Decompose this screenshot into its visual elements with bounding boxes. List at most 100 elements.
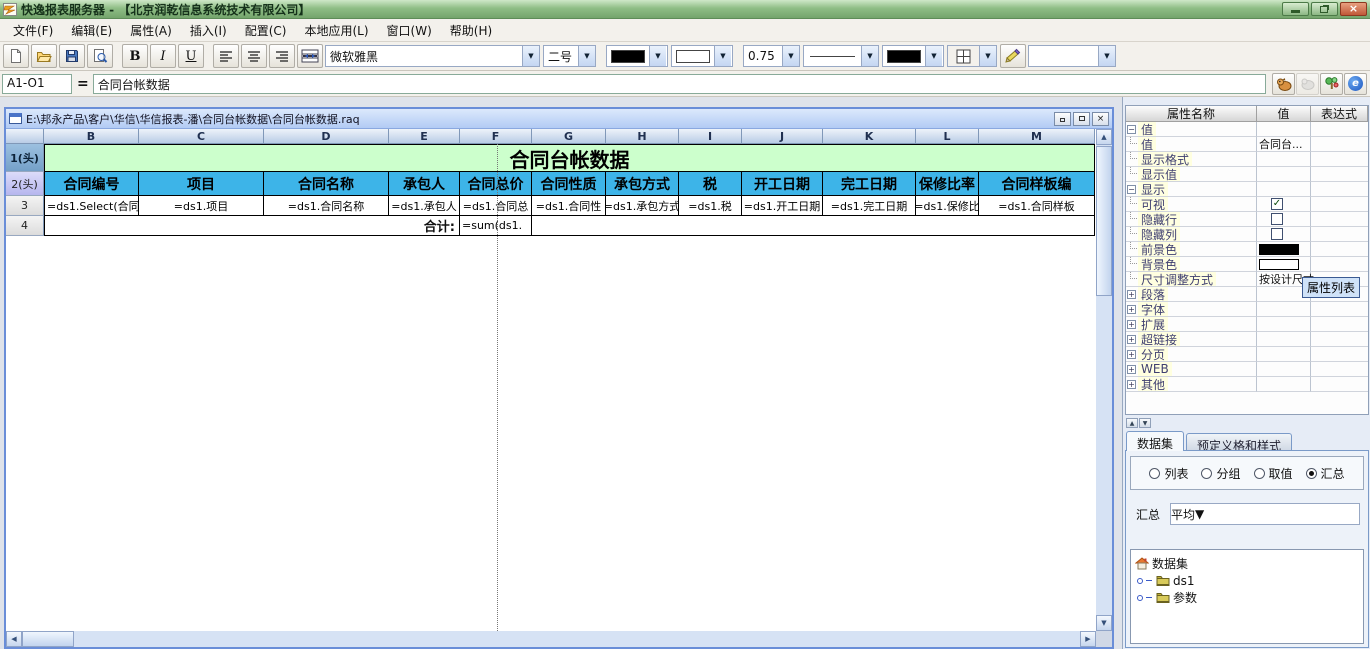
cell-F3[interactable]: =ds1.合同总 <box>460 196 532 216</box>
publish-button[interactable] <box>1320 73 1343 95</box>
property-expression-cell[interactable] <box>1311 122 1368 137</box>
menu-window[interactable]: 窗口(W) <box>378 19 441 42</box>
splitter-up-icon[interactable]: ▲ <box>1126 418 1138 428</box>
radio-group[interactable]: 分组 <box>1201 465 1240 482</box>
checkbox[interactable] <box>1271 213 1283 225</box>
cell-title-merged[interactable]: 合同台帐数据 <box>44 144 1095 172</box>
tree-item-dataset-root[interactable]: 数据集 <box>1131 555 1363 572</box>
col-header-D[interactable]: D <box>264 129 389 144</box>
splitter-down-icon[interactable]: ▼ <box>1139 418 1151 428</box>
cell-ref-input[interactable]: A1-O1 <box>2 74 72 94</box>
scroll-right-button[interactable]: ▶ <box>1080 631 1096 647</box>
property-value-cell[interactable] <box>1257 167 1311 182</box>
property-row[interactable]: +分页 <box>1126 347 1368 362</box>
expander-icon[interactable]: + <box>1127 380 1136 389</box>
expander-icon[interactable]: − <box>1127 125 1136 134</box>
property-expression-cell[interactable] <box>1311 137 1368 152</box>
property-value-cell[interactable] <box>1257 227 1311 242</box>
tab-predefined-styles[interactable]: 预定义格和样式 <box>1186 433 1292 451</box>
cell-F2[interactable]: 合同总价 <box>460 172 532 196</box>
cell-C2[interactable]: 项目 <box>139 172 264 196</box>
expander-icon[interactable]: + <box>1127 365 1136 374</box>
scroll-down-button[interactable]: ▼ <box>1096 615 1112 631</box>
property-row[interactable]: 隐藏行 <box>1126 212 1368 227</box>
menu-edit[interactable]: 编辑(E) <box>62 19 121 42</box>
restore-button[interactable] <box>1311 2 1338 16</box>
menu-attribute[interactable]: 属性(A) <box>121 19 181 42</box>
cell-E3[interactable]: =ds1.承包人 <box>389 196 460 216</box>
style-combo[interactable]: ▼ <box>1028 45 1116 67</box>
tree-item-params[interactable]: 参数 <box>1131 589 1363 606</box>
property-row[interactable]: 隐藏列 <box>1126 227 1368 242</box>
open-button[interactable] <box>31 44 57 68</box>
horizontal-scrollbar[interactable]: ◀ ▶ <box>6 631 1096 647</box>
italic-button[interactable]: I <box>150 44 176 68</box>
scroll-track[interactable] <box>74 631 1080 647</box>
menu-insert[interactable]: 插入(I) <box>181 19 236 42</box>
cell-total-label[interactable]: 合计: <box>44 216 460 236</box>
browser-preview-button[interactable]: e <box>1344 73 1367 95</box>
cell-G4-merged[interactable] <box>532 216 1095 236</box>
format-painter-button[interactable] <box>1000 44 1026 68</box>
corner-cell[interactable] <box>6 129 44 144</box>
chevron-down-icon[interactable]: ▼ <box>861 46 878 66</box>
tree-item-ds1[interactable]: ds1 <box>1131 572 1363 589</box>
col-header-B[interactable]: B <box>44 129 139 144</box>
checkbox[interactable] <box>1271 228 1283 240</box>
property-expression-cell[interactable] <box>1311 242 1368 257</box>
property-value-cell[interactable] <box>1257 182 1311 197</box>
cell-B2[interactable]: 合同编号 <box>44 172 139 196</box>
property-expression-cell[interactable] <box>1311 317 1368 332</box>
chevron-down-icon[interactable]: ▼ <box>649 46 666 66</box>
property-value-cell[interactable] <box>1257 257 1311 272</box>
cell-C3[interactable]: =ds1.项目 <box>139 196 264 216</box>
scroll-left-button[interactable]: ◀ <box>6 631 22 647</box>
print-preview-button[interactable] <box>87 44 113 68</box>
underline-button[interactable]: U <box>178 44 204 68</box>
cell-B3[interactable]: =ds1.Select(合同 <box>44 196 139 216</box>
cell-E2[interactable]: 承包人 <box>389 172 460 196</box>
border-width-combo[interactable]: 0.75 ▼ <box>743 45 800 67</box>
property-value-cell[interactable] <box>1257 377 1311 392</box>
formula-input[interactable]: 合同台帐数据 <box>93 74 1266 94</box>
property-expression-cell[interactable] <box>1311 152 1368 167</box>
expander-icon[interactable]: + <box>1127 290 1136 299</box>
radio-fetch[interactable]: 取值 <box>1254 465 1293 482</box>
menu-config[interactable]: 配置(C) <box>236 19 296 42</box>
property-expression-cell[interactable] <box>1311 302 1368 317</box>
close-button[interactable]: × <box>1340 2 1367 16</box>
menu-local-app[interactable]: 本地应用(L) <box>295 19 377 42</box>
property-row[interactable]: +扩展 <box>1126 317 1368 332</box>
cell-L3[interactable]: =ds1.保修比 <box>916 196 979 216</box>
cell-M2[interactable]: 合同样板编 <box>979 172 1095 196</box>
cell-L2[interactable]: 保修比率 <box>916 172 979 196</box>
radio-summary[interactable]: 汇总 <box>1306 465 1345 482</box>
property-value-cell[interactable]: 合同台... <box>1257 137 1311 152</box>
chevron-down-icon[interactable]: ▼ <box>522 46 539 66</box>
property-value-cell[interactable] <box>1257 152 1311 167</box>
property-value-cell[interactable] <box>1257 317 1311 332</box>
borders-combo[interactable]: ▼ <box>947 45 997 67</box>
property-expression-cell[interactable] <box>1311 212 1368 227</box>
property-expression-cell[interactable] <box>1311 362 1368 377</box>
expander-icon[interactable]: + <box>1127 350 1136 359</box>
cell-G2[interactable]: 合同性质 <box>532 172 606 196</box>
doc-restore-button[interactable] <box>1073 112 1090 126</box>
cell-K3[interactable]: =ds1.完工日期 <box>823 196 916 216</box>
row-header-4[interactable]: 4 <box>6 216 44 236</box>
property-expression-cell[interactable] <box>1311 227 1368 242</box>
property-row[interactable]: −显示 <box>1126 182 1368 197</box>
cell-H2[interactable]: 承包方式 <box>606 172 679 196</box>
property-row[interactable]: 显示值 <box>1126 167 1368 182</box>
document-title-bar[interactable]: E:\邦永产品\客户\华信\华信报表-潘\合同台帐数据\合同台帐数据.raq × <box>6 109 1112 129</box>
property-row[interactable]: 背景色 <box>1126 257 1368 272</box>
property-row[interactable]: 可视✓ <box>1126 197 1368 212</box>
cell-J3[interactable]: =ds1.开工日期 <box>742 196 823 216</box>
bold-button[interactable]: B <box>122 44 148 68</box>
property-expression-cell[interactable] <box>1311 347 1368 362</box>
font-family-combo[interactable]: 微软雅黑 ▼ <box>325 45 540 67</box>
report-wizard-button[interactable] <box>1272 73 1295 95</box>
row-header-2[interactable]: 2(头) <box>6 172 44 196</box>
vertical-scrollbar[interactable]: ▲ ▼ <box>1096 129 1112 631</box>
align-left-button[interactable] <box>213 44 239 68</box>
